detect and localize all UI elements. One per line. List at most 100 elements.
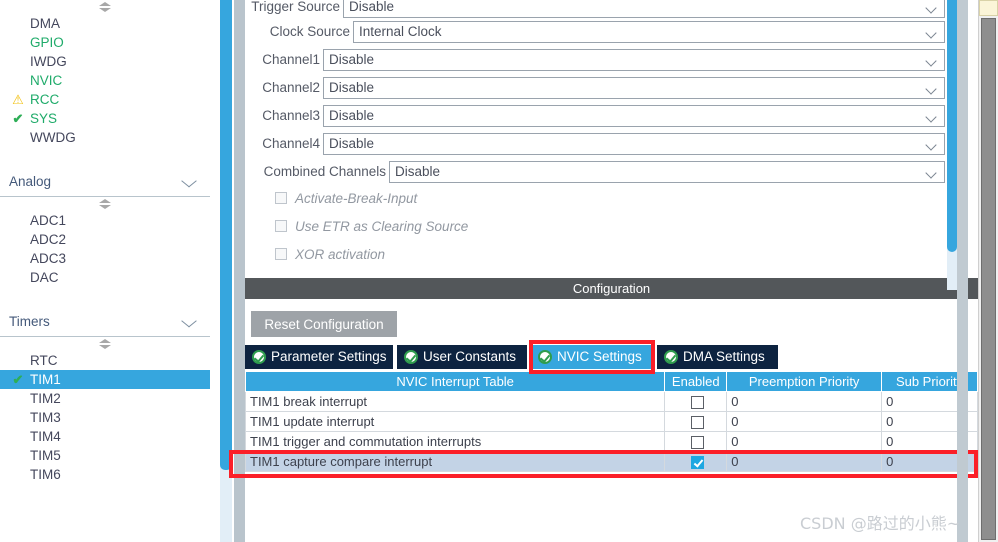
checkbox-unchecked-icon[interactable] [690, 436, 704, 450]
sidebar-section-analog[interactable]: Analog [0, 171, 210, 197]
sidebar-section-label: Timers [9, 314, 50, 329]
sidebar-item-tim2[interactable]: TIM2 [0, 389, 210, 408]
dropdown-channel3[interactable]: Disable [323, 105, 945, 127]
list-resize-handle[interactable] [0, 0, 210, 14]
chevron-down-icon[interactable] [184, 316, 197, 324]
chevron-down-icon[interactable] [927, 4, 936, 13]
preemption-priority-cell[interactable]: 0 [726, 411, 883, 432]
table-row[interactable]: TIM1 update interrupt 0 0 [244, 411, 978, 432]
nvic-interrupt-table[interactable]: NVIC Interrupt Table Enabled Preemption Pr… [244, 371, 978, 472]
column-header-enabled[interactable]: Enabled [664, 371, 728, 392]
main-panel: Trigger Source Disable Clock Source Interna… [244, 0, 978, 542]
dropdown-trigger-source[interactable]: Disable [343, 0, 945, 18]
panel-right-divider [957, 0, 968, 542]
dropdown-channel2[interactable]: Disable [323, 77, 945, 99]
sidebar-item-rcc[interactable]: ⚠ RCC [0, 90, 210, 109]
dropdown-value: Disable [329, 108, 375, 123]
checkbox-row-activate-break-input[interactable]: Activate-Break-Input [245, 188, 665, 214]
table-row[interactable]: TIM1 trigger and commutation interrupts 0… [244, 431, 978, 452]
column-header-preemption-priority[interactable]: Preemption Priority [726, 371, 883, 392]
sidebar-item-nvic[interactable]: NVIC [0, 71, 210, 90]
tab-parameter-settings[interactable]: Parameter Settings [245, 345, 395, 369]
check-icon: ✔ [12, 111, 24, 126]
window-scrollbar-thumb[interactable] [981, 18, 996, 540]
sidebar-item-tim6[interactable]: TIM6 [0, 465, 210, 484]
sidebar-item-adc2[interactable]: ADC2 [0, 230, 210, 249]
form-row-clock-source: Clock Source Internal Clock [245, 21, 975, 49]
sidebar-item-dma[interactable]: DMA [0, 14, 210, 33]
sidebar-item-adc3[interactable]: ADC3 [0, 249, 210, 268]
sidebar-item-wwdg[interactable]: WWDG [0, 128, 210, 147]
chevron-down-icon[interactable] [927, 85, 936, 94]
sidebar-item-dac[interactable]: DAC [0, 268, 210, 287]
interrupt-name-cell: TIM1 break interrupt [244, 391, 666, 412]
chevron-down-icon[interactable] [927, 29, 936, 38]
chevron-down-icon[interactable] [927, 169, 936, 178]
checkbox-row-xor-activation[interactable]: XOR activation [245, 244, 665, 270]
list-resize-handle[interactable] [0, 197, 210, 211]
sidebar-item-tim3[interactable]: TIM3 [0, 408, 210, 427]
preemption-priority-cell[interactable]: 0 [726, 431, 883, 452]
configuration-header-bar: Configuration [245, 278, 978, 299]
enabled-cell[interactable] [664, 411, 728, 432]
sidebar-item-label: ADC2 [30, 232, 67, 247]
interrupt-name-cell: TIM1 trigger and commutation interrupts [244, 431, 666, 452]
dropdown-channel4[interactable]: Disable [323, 133, 945, 155]
form-row-combined-channels: Combined Channels Disable [245, 161, 975, 189]
enabled-cell[interactable] [664, 391, 728, 412]
form-label: Channel1 [262, 52, 320, 67]
table-row[interactable]: TIM1 capture compare interrupt 0 0 [244, 451, 978, 472]
settings-tab-bar[interactable]: Parameter Settings User Constants NVIC Set… [245, 345, 978, 369]
checkbox-unchecked-icon[interactable] [690, 416, 704, 430]
chevron-down-icon[interactable] [184, 176, 197, 184]
inner-scrollbar-thumb[interactable] [947, 0, 957, 252]
table-body[interactable]: TIM1 break interrupt 0 0 TIM1 update interr… [244, 391, 978, 472]
component-sidebar[interactable]: DMA GPIO IWDG NVIC ⚠ RCC ✔ SYS WWDG Analog ADC1 ADC… [0, 0, 210, 542]
sidebar-scrollbar-thumb[interactable] [220, 0, 232, 470]
chevron-down-icon[interactable] [927, 57, 936, 66]
checkbox-input[interactable] [275, 192, 287, 204]
list-resize-handle[interactable] [0, 337, 210, 351]
dropdown-combined-channels[interactable]: Disable [389, 161, 945, 183]
checkbox-input[interactable] [275, 220, 287, 232]
checkbox-row-use-etr-as-clearing-source[interactable]: Use ETR as Clearing Source [245, 216, 665, 242]
tab-nvic-settings[interactable]: NVIC Settings [531, 345, 655, 369]
preemption-priority-cell[interactable]: 0 [726, 391, 883, 412]
form-label-holder: Channel2 [245, 77, 320, 99]
preemption-priority-cell[interactable]: 0 [726, 451, 883, 472]
sidebar-item-rtc[interactable]: RTC [0, 351, 210, 370]
form-label: Channel3 [262, 108, 320, 123]
dropdown-value: Internal Clock [359, 24, 442, 39]
enabled-cell[interactable] [664, 451, 728, 472]
chevron-down-icon[interactable] [927, 113, 936, 122]
sidebar-item-tim5[interactable]: TIM5 [0, 446, 210, 465]
table-row[interactable]: TIM1 break interrupt 0 0 [244, 391, 978, 412]
checkbox-unchecked-icon[interactable] [690, 396, 704, 410]
sidebar-item-label: DAC [30, 270, 59, 285]
sidebar-section-timers[interactable]: Timers [0, 311, 210, 337]
checkbox-label: Activate-Break-Input [295, 191, 418, 206]
dropdown-channel1[interactable]: Disable [323, 49, 945, 71]
checkbox-checked-icon[interactable] [690, 456, 704, 470]
sidebar-item-tim4[interactable]: TIM4 [0, 427, 210, 446]
sidebar-item-label: TIM5 [30, 448, 61, 463]
checkbox-input[interactable] [275, 248, 287, 260]
sidebar-item-iwdg[interactable]: IWDG [0, 52, 210, 71]
sidebar-item-tim1[interactable]: ✔ TIM1 [0, 370, 210, 389]
form-label: Trigger Source [251, 0, 340, 14]
table-header-row: NVIC Interrupt Table Enabled Preemption Pr… [244, 371, 978, 392]
parameter-form-area: Trigger Source Disable Clock Source Interna… [245, 0, 975, 272]
sidebar-item-sys[interactable]: ✔ SYS [0, 109, 210, 128]
dropdown-clock-source[interactable]: Internal Clock [353, 21, 945, 43]
sidebar-item-gpio[interactable]: GPIO [0, 33, 210, 52]
column-header-nvic-interrupt-table[interactable]: NVIC Interrupt Table [244, 371, 666, 392]
enabled-cell[interactable] [664, 431, 728, 452]
form-row-channel1: Channel1 Disable [245, 49, 975, 77]
tab-dma-settings[interactable]: DMA Settings [657, 345, 780, 369]
sidebar-item-label: RTC [30, 353, 58, 368]
tab-user-constants[interactable]: User Constants [397, 345, 529, 369]
reset-configuration-button[interactable]: Reset Configuration [251, 311, 397, 337]
sidebar-item-adc1[interactable]: ADC1 [0, 211, 210, 230]
chevron-down-icon[interactable] [927, 141, 936, 150]
check-circle-icon [538, 350, 552, 364]
